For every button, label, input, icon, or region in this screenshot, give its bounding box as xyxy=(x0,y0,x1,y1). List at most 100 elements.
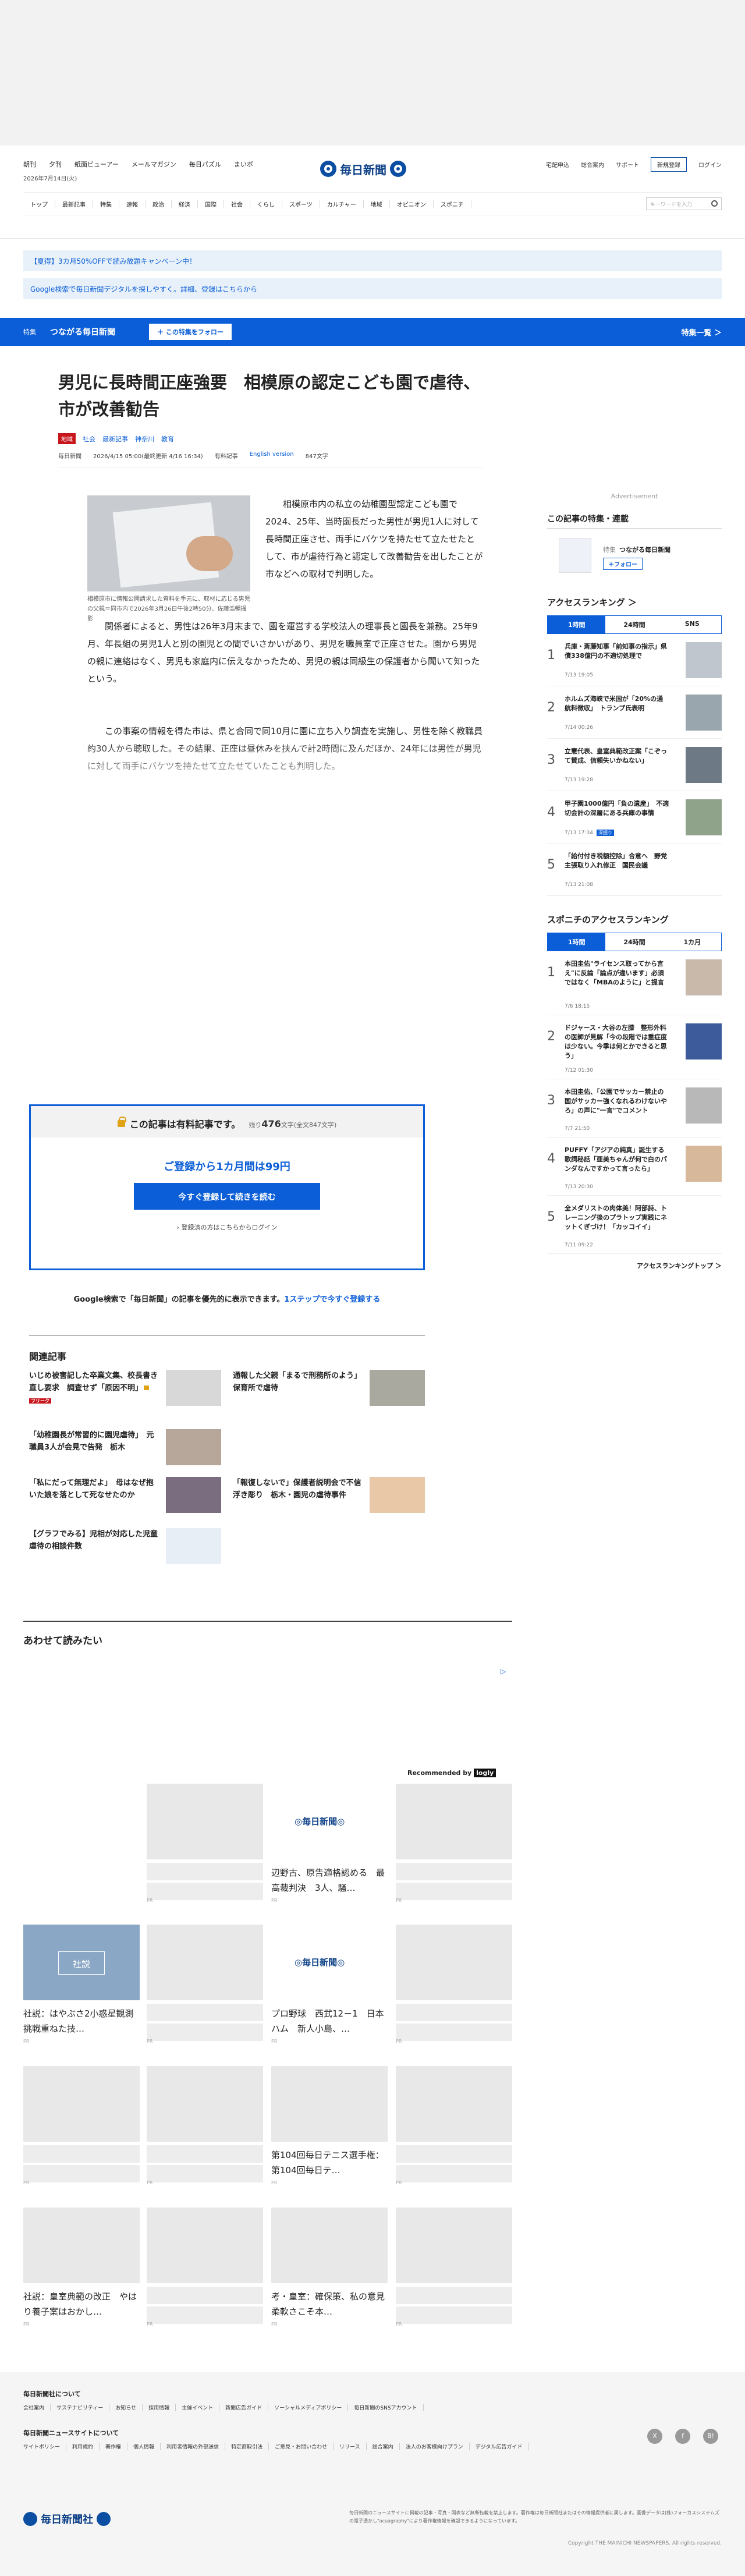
site-logo[interactable]: 毎日新聞 xyxy=(320,157,425,180)
top-link-morning[interactable]: 朝刊 xyxy=(23,160,36,169)
subscribe-button[interactable]: 今すぐ登録して続きを読む xyxy=(134,1183,320,1210)
recommend-card[interactable]: PR xyxy=(396,1784,512,1906)
nav-opinion[interactable]: オピニオン xyxy=(390,199,434,208)
feature-title[interactable]: つながる毎日新聞 xyxy=(50,326,115,338)
ranking-item[interactable]: 3 立憲代表、皇室典範改正案「こぞって賛成、信頼失いかねない」 7/13 19:28 xyxy=(547,739,722,791)
recommend-card[interactable]: PR xyxy=(147,2066,263,2188)
top-link-evening[interactable]: 夕刊 xyxy=(49,160,62,169)
logo-mark-icon xyxy=(23,2512,37,2526)
ranking-item[interactable]: 4 甲子園1000億円「負の遺産」 不適切会計の深層にある兵庫の事情 7/13 17… xyxy=(547,791,722,844)
nav-society[interactable]: 社会 xyxy=(224,199,250,208)
nav-politics[interactable]: 政治 xyxy=(146,199,172,208)
nav-feature[interactable]: 特集 xyxy=(93,199,119,208)
search-icon[interactable] xyxy=(711,200,718,207)
top-link-maibo[interactable]: まいボ xyxy=(234,160,253,169)
footer-about-links: 会社案内 サステナビリティー お知らせ 採用情報 主催イベント 新聞広告ガイド ソーシャルメ… xyxy=(23,2404,424,2411)
tag-region[interactable]: 地域 xyxy=(58,433,76,444)
login-link[interactable]: ログイン xyxy=(698,160,722,169)
campaign-banner[interactable]: 【夏得】3カ月50%OFFで読み放題キャンペーン中！ xyxy=(23,250,722,271)
recommend-card[interactable]: 第104回毎日テニス選手権：第104回毎日テ… PR xyxy=(271,2066,388,2188)
tag-society[interactable]: 社会 xyxy=(83,434,95,444)
x-icon[interactable]: X xyxy=(647,2429,662,2444)
tab-24hour[interactable]: 24時間 xyxy=(605,933,663,951)
feature-follow-button[interactable]: ＋ この特集をフォロー xyxy=(149,324,232,340)
ranking-thumbnail xyxy=(686,799,722,835)
ranking-thumbnail xyxy=(686,1023,722,1060)
facebook-icon[interactable]: f xyxy=(675,2429,690,2444)
ranking-item[interactable]: 5 「給付付き税額控除」合意へ 野党主張取り入れ修正 国民会議 7/13 21:08 xyxy=(547,844,722,896)
tab-1hour[interactable]: 1時間 xyxy=(548,616,606,633)
article-length: 847文字 xyxy=(305,453,328,460)
related-item[interactable]: 「幼稚園長が常習的に園児虐待」 元職員3人が会見で告発 栃木 xyxy=(29,1429,221,1470)
nav-latest[interactable]: 最新記事 xyxy=(55,199,93,208)
ranking-item[interactable]: 2 ホルムズ海峡で米国が「20%の通航料徴収」 トランプ氏表明 7/14 00:26 xyxy=(547,686,722,739)
article-source: 毎日新聞 xyxy=(58,453,81,460)
recommend-card[interactable]: PR xyxy=(396,2066,512,2188)
recommended-by: Recommended by logly xyxy=(407,1769,496,1777)
register-button[interactable]: 新規登録 xyxy=(651,157,687,172)
recommend-card[interactable]: PR xyxy=(23,2066,140,2188)
nav-top[interactable]: トップ xyxy=(23,199,55,208)
recommend-card[interactable]: PR xyxy=(396,2208,512,2330)
recommend-card[interactable]: 社説 社説：はやぶさ2小惑星観測 挑戦重ねた技… PR xyxy=(23,1925,143,2047)
sponichi-item[interactable]: 5 全メダリストの肉体美！阿部詩、トレーニング後のプラトップ実践にネットくぎづけ！… xyxy=(547,1196,722,1254)
nav-life[interactable]: くらし xyxy=(250,199,282,208)
tab-24hour[interactable]: 24時間 xyxy=(605,616,663,633)
related-item[interactable]: 【グラフでみる】児相が対応した児童虐待の相談件数 xyxy=(29,1528,221,1569)
recommend-card[interactable]: 社説：皇室典範の改正 やはり養子案はおかし… PR xyxy=(23,2208,140,2330)
ranking-thumbnail xyxy=(686,1087,722,1124)
footer-site-heading: 毎日新聞ニュースサイトについて xyxy=(23,2429,119,2437)
nav-breaking[interactable]: 速報 xyxy=(119,199,146,208)
related-item[interactable]: 通報した父親「まるで刑務所のよう」 保育所で虐待 xyxy=(233,1370,425,1411)
tag-kanagawa[interactable]: 神奈川 xyxy=(135,434,154,444)
search-input[interactable]: キーワードを入力 xyxy=(646,197,722,210)
nav-sports[interactable]: スポーツ xyxy=(282,199,320,208)
paywall-login-link[interactable]: › 登録済の方はこちらからログイン xyxy=(31,1223,423,1232)
nav-region[interactable]: 地域 xyxy=(364,199,390,208)
google-register-link[interactable]: 1ステップで今すぐ登録する xyxy=(284,1295,380,1304)
related-item[interactable]: 「私にだって無理だよ」 母はなぜ抱いた娘を落として死なせたのか xyxy=(29,1477,221,1518)
sponichi-item[interactable]: 1 本田圭佑"ライセンス取ってから言え"に反論「論点が違います」必須ではなく「MB… xyxy=(547,951,722,1015)
ranking-item[interactable]: 1 兵庫・斎藤知事「前知事の指示」県債338億円の不適切処理で 7/13 19:05 xyxy=(547,634,722,686)
link-support[interactable]: サポート xyxy=(616,160,639,169)
google-banner[interactable]: Google検索で毎日新聞デジタルを探しやすく。詳細、登録はこちらから xyxy=(23,278,722,299)
sponichi-item[interactable]: 4 PUFFY「アジアの純真」誕生する歌詞秘話「亜美ちゃんが何で白のパンダなんです… xyxy=(547,1138,722,1196)
recommend-card[interactable]: PR xyxy=(396,1925,512,2047)
related-item[interactable]: いじめ被害記した卒業文集、校長書き直し要求 調査せず「原因不明」 フリーク xyxy=(29,1370,221,1411)
nav-economy[interactable]: 経済 xyxy=(172,199,198,208)
nav-culture[interactable]: カルチャー xyxy=(320,199,364,208)
sponichi-item[interactable]: 3 本田圭佑、「公園でサッカー禁止の国がサッカー強くなれるわけないやろ」の声に"一… xyxy=(547,1079,722,1138)
tab-sns[interactable]: SNS xyxy=(664,616,721,633)
link-delivery[interactable]: 宅配申込 xyxy=(546,160,569,169)
related-item[interactable]: 「報復しないで」保護者説明会で不信浮き彫り 栃木・園児の虐待事件 xyxy=(233,1477,425,1518)
recommend-card[interactable]: PR xyxy=(147,2208,263,2330)
tag-latest[interactable]: 最新記事 xyxy=(102,434,128,444)
feature-card[interactable]: 特集 つながる毎日新聞 ＋フォロー xyxy=(547,536,722,582)
recommend-card[interactable]: ◎毎日新聞◎ 辺野古、原告適格認める 最高裁判決 3人、騒… PR xyxy=(271,1784,388,1906)
feature-follow-button[interactable]: ＋フォロー xyxy=(603,558,643,570)
hatena-icon[interactable]: B! xyxy=(703,2429,718,2444)
top-link-puzzle[interactable]: 毎日パズル xyxy=(189,160,221,169)
top-link-mail[interactable]: メールマガジン xyxy=(132,160,176,169)
link-guide[interactable]: 総合案内 xyxy=(581,160,604,169)
nav-world[interactable]: 国際 xyxy=(198,199,224,208)
recommend-card[interactable]: ◎毎日新聞◎ プロ野球 西武12－1 日本ハム 新人小島、… PR xyxy=(271,1925,388,2047)
recommend-card[interactable]: PR xyxy=(147,1925,263,2047)
tab-1hour[interactable]: 1時間 xyxy=(548,933,606,951)
english-version-link[interactable]: English version xyxy=(250,451,294,460)
tag-education[interactable]: 教育 xyxy=(161,434,174,444)
ranking-thumbnail xyxy=(686,1146,722,1182)
recommend-card[interactable]: 考・皇室：確保策、私の意見 柔軟さこそ本… PR xyxy=(271,2208,393,2330)
ranking-heading[interactable]: アクセスランキング ＞ xyxy=(547,596,722,608)
footer-logo[interactable]: 毎日新聞社 xyxy=(23,2511,111,2527)
recommend-card[interactable]: PR xyxy=(147,1784,263,1906)
nav-sponichi[interactable]: スポニチ xyxy=(434,199,471,208)
ranking-top-link[interactable]: アクセスランキングトップ ＞ xyxy=(547,1261,722,1270)
article-photo[interactable] xyxy=(87,495,250,591)
top-link-viewer[interactable]: 紙面ビューアー xyxy=(74,160,119,169)
feature-list-link[interactable]: 特集一覧 ＞ xyxy=(681,327,722,338)
ad-choices-icon[interactable]: ▷ xyxy=(501,1667,509,1675)
footer-site-links: サイトポリシー 利用規約 著作権 個人情報 利用者情報の外部送信 特定商取引法 ご意見・お問… xyxy=(23,2443,529,2450)
tab-1month[interactable]: 1カ月 xyxy=(664,933,721,951)
sponichi-item[interactable]: 2 ドジャース・大谷の左膝 整形外科の医師が見解「今の段階では重症度は少ない。今季… xyxy=(547,1015,722,1079)
